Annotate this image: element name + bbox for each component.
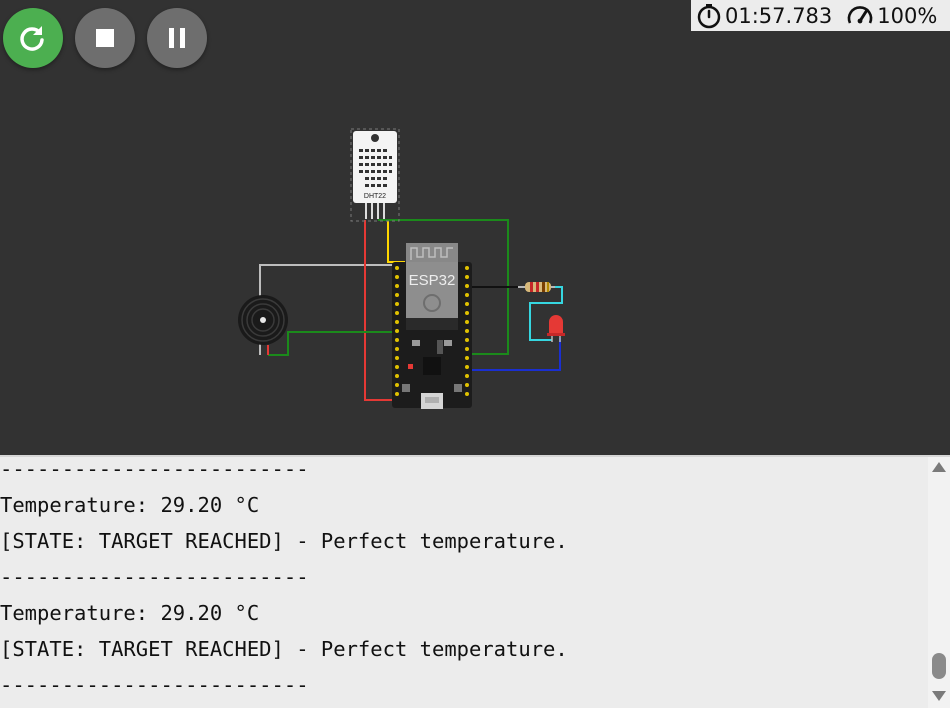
serial-line: ------------------------- xyxy=(0,565,309,589)
stop-button[interactable] xyxy=(75,8,135,68)
esp32-board[interactable]: ESP32 xyxy=(392,243,472,409)
serial-monitor[interactable]: ------------------------- Temperature: 2… xyxy=(0,455,950,708)
serial-scrollbar[interactable] xyxy=(928,457,950,708)
dht22-label: DHT22 xyxy=(364,193,386,200)
scroll-down-arrow-icon[interactable] xyxy=(932,691,946,701)
wire-dht-power[interactable] xyxy=(364,220,395,401)
pause-icon xyxy=(169,28,185,48)
speedometer-icon xyxy=(846,3,874,29)
serial-line: ------------------------- xyxy=(0,457,309,481)
speed-percent: 100% xyxy=(877,3,938,28)
restart-icon xyxy=(20,26,44,51)
serial-line: Temperature: 29.20 °C xyxy=(0,601,260,625)
serial-line: [STATE: TARGET REACHED] - Perfect temper… xyxy=(0,529,568,553)
red-led[interactable] xyxy=(547,315,565,342)
serial-line: [STATE: TARGET REACHED] - Perfect temper… xyxy=(0,637,568,661)
esp32-label: ESP32 xyxy=(409,272,456,289)
serial-line: Temperature: 29.20 °C xyxy=(0,493,260,517)
resistor[interactable] xyxy=(518,282,555,292)
buzzer[interactable] xyxy=(238,295,288,345)
serial-line: ------------------------- xyxy=(0,673,309,697)
dht22-sensor[interactable]: DHT22 xyxy=(350,128,400,222)
circuit-diagram: DHT22 ESP32 xyxy=(238,128,565,409)
elapsed-time: 01:57.783 xyxy=(725,3,833,28)
wire-dht-signal[interactable] xyxy=(387,220,405,263)
simulation-canvas[interactable]: DHT22 ESP32 01:57.783 100% xyxy=(0,0,950,455)
scroll-up-arrow-icon[interactable] xyxy=(932,462,946,472)
stop-icon xyxy=(96,29,114,47)
scrollbar-thumb[interactable] xyxy=(932,653,946,679)
restart-button[interactable] xyxy=(3,8,63,68)
stopwatch-icon xyxy=(696,3,722,29)
pause-button[interactable] xyxy=(147,8,207,68)
serial-output: ------------------------- Temperature: 2… xyxy=(0,457,925,703)
simulation-status: 01:57.783 100% xyxy=(691,0,950,31)
